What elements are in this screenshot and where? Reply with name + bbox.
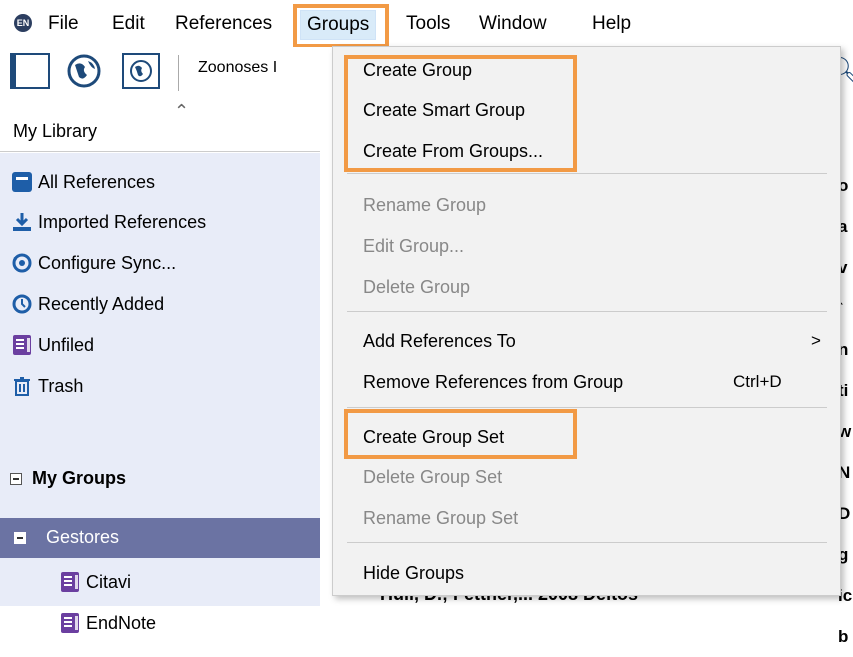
integrated-library-button[interactable] [122,53,160,89]
group-icon [58,611,82,635]
menu-item-hide-groups[interactable]: Hide Groups [363,555,464,591]
my-library-tab[interactable]: My Library ⌃ [0,101,320,152]
endnote-logo-icon: EN [14,14,32,32]
menu-item-delete-group-set[interactable]: Delete Group Set [363,459,502,495]
globe-icon [67,54,101,88]
menu-item-rename-group-set[interactable]: Rename Group Set [363,500,518,536]
menu-separator [347,407,827,408]
clock-icon [10,292,34,316]
sidebar-item-label: Recently Added [38,294,165,314]
menu-file[interactable]: File [42,10,85,38]
sidebar-item-recently-added[interactable]: Recently Added [10,287,164,321]
my-groups-header[interactable]: My Groups [10,468,126,489]
my-groups-label: My Groups [32,468,127,488]
group-item-label: Citavi [86,571,132,592]
group-set-label: Gestores [46,527,120,547]
ref-fragment: b [838,627,849,646]
sidebar-item-label: All References [38,172,156,192]
group-item-citavi[interactable]: Citavi [58,570,131,594]
trash-icon [10,374,34,398]
group-set-gestores[interactable]: Gestores [0,518,320,558]
collapse-icon[interactable] [10,472,22,485]
library-sidebar: My Library ⌃ All References Imported Ref… [0,101,320,633]
shortcut-label: Ctrl+D [733,372,782,391]
groups-dropdown-menu: Create Group Create Smart Group Create F… [332,46,841,596]
menu-separator [347,542,827,543]
unfiled-icon [10,333,34,357]
menu-item-create-group-set[interactable]: Create Group Set [363,419,504,455]
sidebar-item-label: Imported References [38,212,207,232]
collapse-caret-icon[interactable]: ⌃ [174,101,189,122]
menu-item-rename-group[interactable]: Rename Group [363,187,486,223]
all-references-icon [10,170,34,194]
collapse-icon[interactable] [14,532,26,544]
sync-icon [10,251,34,275]
menu-references[interactable]: References [169,10,278,38]
menu-item-create-smart-group[interactable]: Create Smart Group [363,92,525,128]
menu-edit[interactable]: Edit [106,10,151,38]
sidebar-item-label: Unfiled [38,335,95,355]
menu-item-create-from-groups[interactable]: Create From Groups... [363,133,543,169]
menu-groups[interactable]: Groups [300,10,377,40]
menu-item-remove-references-from-group[interactable]: Remove References from Group [363,364,623,400]
menu-separator [347,173,827,174]
sidebar-item-configure-sync[interactable]: Configure Sync... [10,246,176,280]
online-search-button[interactable] [64,53,104,89]
group-item-label: EndNote [86,612,157,633]
menu-tools[interactable]: Tools [400,10,456,38]
sidebar-item-unfiled[interactable]: Unfiled [10,328,94,362]
sidebar-item-label: Configure Sync... [38,253,177,273]
sidebar-item-trash[interactable]: Trash [10,369,83,403]
sidebar-item-all-references[interactable]: All References [10,165,155,199]
menu-separator [347,311,827,312]
sidebar-item-imported-references[interactable]: Imported References [10,205,206,239]
toolbar-divider [178,55,179,91]
local-library-button[interactable] [10,53,50,89]
group-item-endnote[interactable]: EndNote [58,611,156,635]
my-library-label: My Library [13,121,98,141]
group-icon [58,570,82,594]
globe-library-icon [130,60,152,82]
library-group-list: All References Imported References Confi… [0,153,320,633]
menu-item-create-group[interactable]: Create Group [363,52,472,88]
submenu-arrow-icon: > [811,331,821,350]
menu-item-delete-group[interactable]: Delete Group [363,269,470,305]
sidebar-item-label: Trash [38,376,84,396]
menu-bar: EN File Edit References Groups Tools Win… [0,0,853,46]
output-style-select[interactable]: Zoonoses I [198,59,277,77]
download-icon [10,210,34,234]
menu-help[interactable]: Help [586,10,637,38]
menu-item-edit-group[interactable]: Edit Group... [363,228,464,264]
menu-window[interactable]: Window [473,10,553,38]
menu-item-add-references-to[interactable]: Add References To [363,323,516,359]
